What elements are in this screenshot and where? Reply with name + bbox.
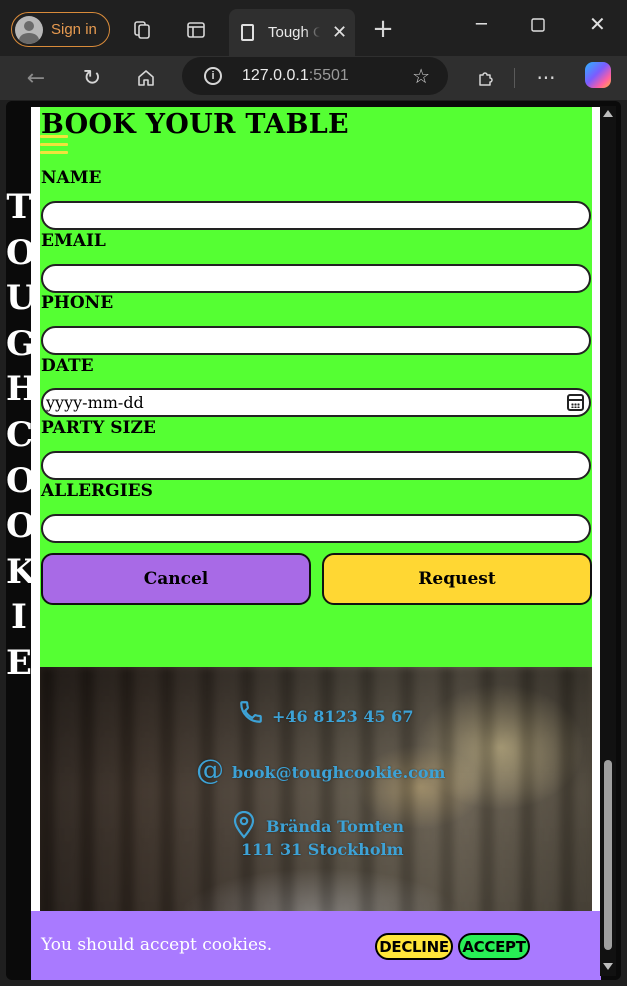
page-viewport: T O U G H C O O K I E BOOK YOUR TABLE NA… <box>6 101 621 980</box>
new-tab-icon[interactable]: + <box>370 14 396 44</box>
decline-cookies-button[interactable]: DECLINE <box>375 933 453 960</box>
brand-letter: I <box>11 597 27 638</box>
copilot-icon[interactable] <box>585 62 611 88</box>
address-line-1: Brända Tomten <box>266 817 404 836</box>
workspaces-icon[interactable] <box>130 18 154 42</box>
party-size-label: PARTY SIZE <box>41 418 156 438</box>
name-label: NAME <box>41 168 102 188</box>
contact-address[interactable]: Brända Tomten <box>233 810 404 839</box>
home-icon[interactable] <box>133 65 159 91</box>
location-pin-icon <box>232 810 256 843</box>
minimize-icon[interactable]: ─ <box>476 14 487 35</box>
phone-label: PHONE <box>41 293 114 313</box>
date-value: yyyy-mm-dd <box>46 393 144 412</box>
cookie-banner: You should accept cookies. DECLINE ACCEP… <box>31 911 601 980</box>
allergies-label: ALLERGIES <box>41 481 153 501</box>
cookie-message: You should accept cookies. <box>41 935 273 955</box>
brand-letter: T <box>6 187 32 227</box>
phone-icon <box>238 699 264 729</box>
close-window-icon[interactable]: ✕ <box>589 12 606 36</box>
accept-cookies-button[interactable]: ACCEPT <box>458 933 530 960</box>
browser-toolbar: ← ↻ i 127.0.0.1:5501 ☆ ··· <box>0 56 627 100</box>
at-sign-icon: @ <box>196 753 224 786</box>
more-options-icon[interactable]: ··· <box>533 65 559 91</box>
allergies-field[interactable] <box>41 514 591 543</box>
contact-email[interactable]: @ book@toughcookie.com <box>196 753 446 786</box>
hamburger-menu-icon[interactable] <box>40 135 68 155</box>
party-size-field[interactable] <box>41 451 591 480</box>
brand-letter: K <box>6 551 36 592</box>
favorite-star-icon[interactable]: ☆ <box>412 64 430 89</box>
close-tab-icon[interactable]: ✕ <box>332 22 347 43</box>
tab-tough-cookie[interactable]: Tough Cookie ✕ <box>229 9 355 56</box>
avatar-icon <box>15 15 43 44</box>
brand-letter: O <box>6 460 36 501</box>
brand-letter: E <box>6 642 32 683</box>
contact-phone[interactable]: +46 8123 45 67 <box>240 701 414 726</box>
phone-field[interactable] <box>41 326 591 355</box>
email-label: EMAIL <box>41 231 106 251</box>
brand-letter: H <box>6 369 39 410</box>
address-line-2: 111 31 Stockholm <box>241 840 404 859</box>
back-icon[interactable]: ← <box>23 65 49 91</box>
toolbar-divider <box>514 68 515 88</box>
email-address: book@toughcookie.com <box>232 763 446 782</box>
address-host: 127.0.0.1 <box>242 67 309 84</box>
brand-letter: O <box>6 232 36 273</box>
brand-letter: O <box>6 506 36 547</box>
maximize-icon[interactable] <box>531 16 545 37</box>
request-button[interactable]: Request <box>322 553 592 605</box>
form-title: BOOK YOUR TABLE <box>41 109 349 140</box>
refresh-icon[interactable]: ↻ <box>79 65 105 91</box>
cancel-button[interactable]: Cancel <box>41 553 311 605</box>
brand-letter: U <box>6 278 36 319</box>
page-content: BOOK YOUR TABLE NAME EMAIL PHONE DATE yy… <box>31 107 601 977</box>
sign-in-label: Sign in <box>51 21 97 38</box>
date-label: DATE <box>41 356 94 376</box>
phone-number: +46 8123 45 67 <box>272 707 414 726</box>
email-field[interactable] <box>41 264 591 293</box>
scroll-up-arrow-icon[interactable] <box>603 110 613 117</box>
booking-form: BOOK YOUR TABLE NAME EMAIL PHONE DATE yy… <box>40 107 592 667</box>
address-port: :5501 <box>308 67 349 84</box>
scroll-down-arrow-icon[interactable] <box>603 963 613 970</box>
page-scrollbar[interactable] <box>600 106 616 976</box>
page-icon <box>241 24 254 41</box>
brand-letter: C <box>6 414 34 455</box>
vertical-brand-title: T O U G H C O O K I E <box>6 185 39 687</box>
browser-tab-bar: Sign in Tough Cookie ✕ + ─ ✕ <box>0 0 627 56</box>
tab-actions-icon[interactable] <box>184 18 208 42</box>
date-field[interactable]: yyyy-mm-dd <box>41 388 591 417</box>
calendar-icon[interactable] <box>567 394 584 411</box>
name-field[interactable] <box>41 201 591 230</box>
scrollbar-thumb[interactable] <box>604 760 612 950</box>
extensions-icon[interactable] <box>473 65 499 91</box>
sign-in-button[interactable]: Sign in <box>11 12 110 47</box>
tab-title: Tough Cookie <box>268 24 320 41</box>
brand-letter: G <box>6 323 36 364</box>
address-bar[interactable]: i 127.0.0.1:5501 ☆ <box>182 57 448 95</box>
site-info-icon[interactable]: i <box>204 67 222 85</box>
